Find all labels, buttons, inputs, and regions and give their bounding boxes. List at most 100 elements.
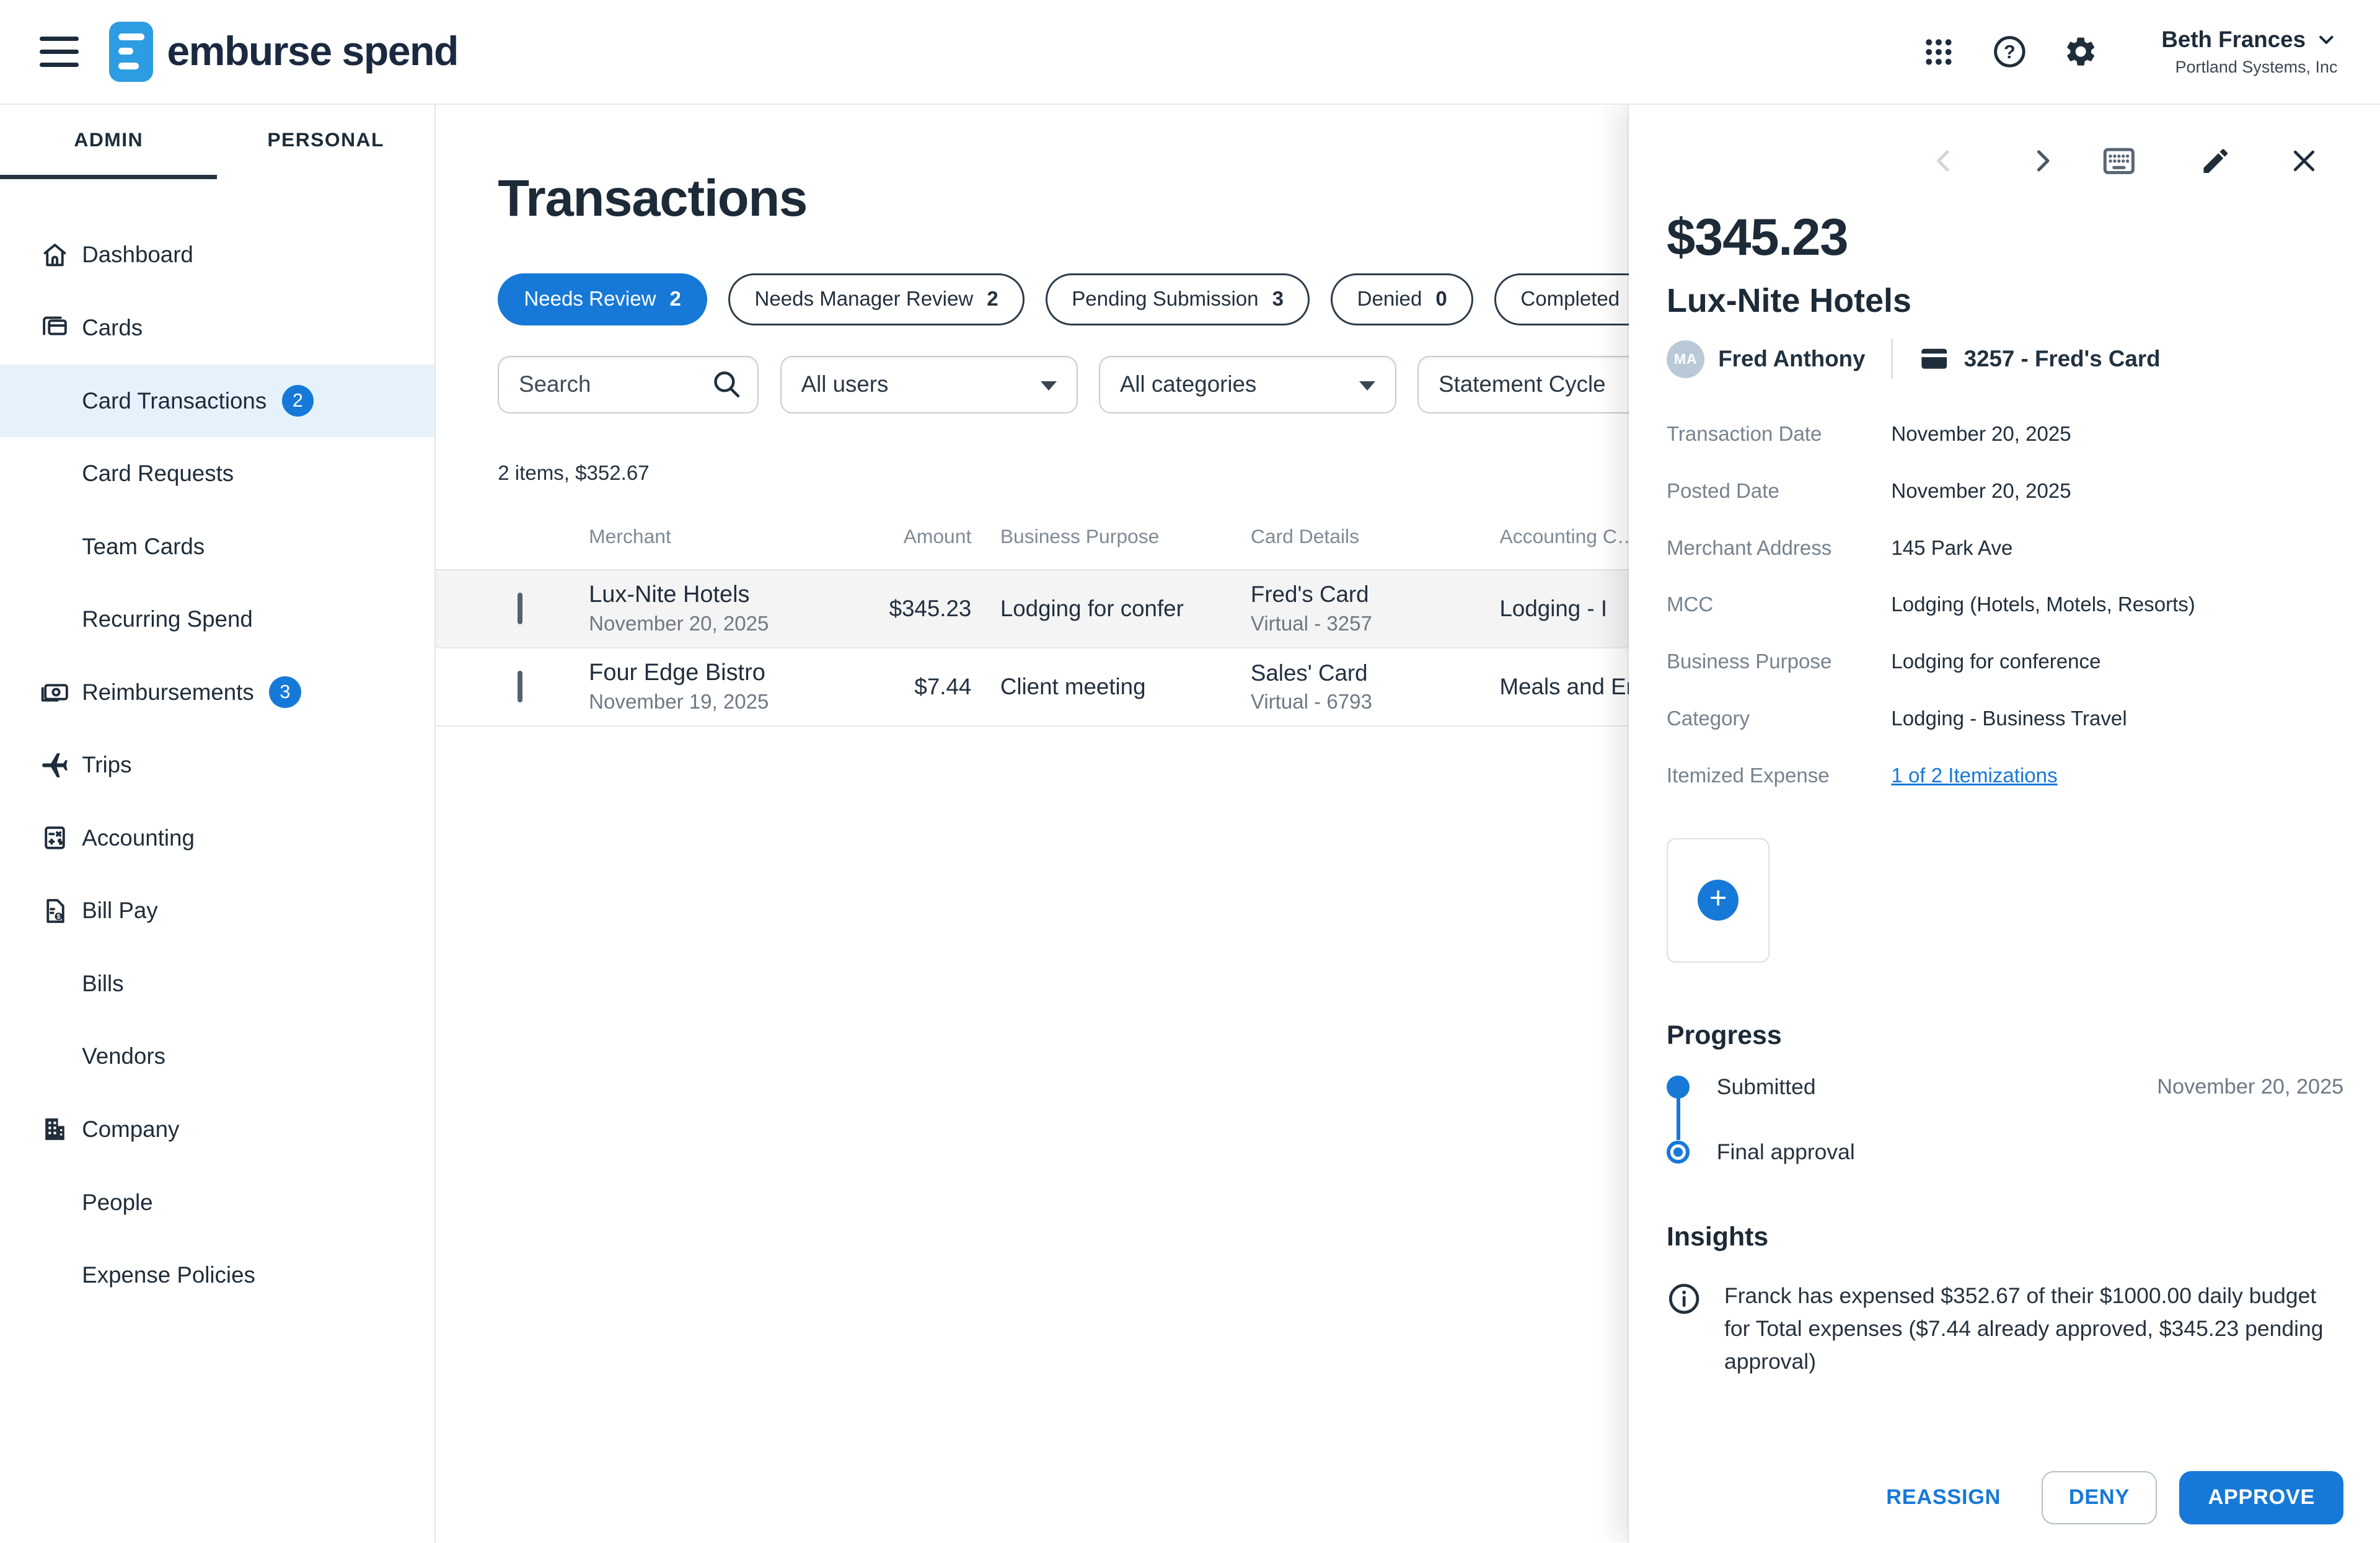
settings-gear-icon[interactable] <box>2063 33 2099 70</box>
search-box <box>498 356 759 413</box>
sidebar-item-bill-pay[interactable]: $ Bill Pay <box>0 875 434 948</box>
timeline-connector <box>1677 1098 1680 1141</box>
chip-denied[interactable]: Denied 0 <box>1331 273 1473 325</box>
sidebar-item-trips[interactable]: Trips <box>0 728 434 802</box>
chevron-down-icon <box>2315 29 2338 51</box>
tab-admin[interactable]: ADMIN <box>0 105 217 179</box>
amount: $345.23 <box>832 596 971 622</box>
calculator-icon <box>40 823 70 853</box>
sidebar-item-dashboard[interactable]: Dashboard <box>0 219 434 292</box>
field-label: Itemized Expense <box>1667 764 1891 788</box>
sidebar-item-company[interactable]: Company <box>0 1093 434 1166</box>
apps-grid-icon[interactable] <box>1920 33 1957 70</box>
sidebar-item-label: People <box>82 1190 152 1216</box>
field-row: Business Purpose Lodging for conference <box>1667 634 2343 691</box>
cards-icon <box>40 312 70 343</box>
progress-step-submitted: Submitted November 20, 2025 <box>1667 1075 2343 1099</box>
home-icon <box>40 240 70 270</box>
field-value: Lodging for conference <box>1891 650 2100 674</box>
sidebar-item-card-requests[interactable]: Card Requests <box>0 437 434 510</box>
tab-personal[interactable]: PERSONAL <box>217 105 434 179</box>
card-label: 3257 - Fred's Card <box>1964 346 2161 372</box>
sidebar-item-reimbursements[interactable]: Reimbursements 3 <box>0 656 434 729</box>
topbar: emburse spend ? Beth Frances Portland Sy… <box>0 0 2380 105</box>
sidebar-item-label: Card Requests <box>82 461 234 487</box>
sidebar-item-label: Recurring Spend <box>82 606 253 632</box>
field-label: Merchant Address <box>1667 537 1891 560</box>
sidebar-item-team-cards[interactable]: Team Cards <box>0 510 434 583</box>
insight-text: Franck has expensed $352.67 of their $10… <box>1724 1280 2343 1377</box>
account-menu[interactable]: Beth Frances Portland Systems, Inc <box>2161 27 2337 76</box>
hamburger-menu-icon[interactable] <box>40 37 79 67</box>
progress-timeline: Submitted November 20, 2025 Final approv… <box>1667 1075 2343 1164</box>
panel-toolbar <box>1629 141 2319 181</box>
info-icon <box>1667 1281 1701 1378</box>
topbar-actions: ? Beth Frances Portland Systems, Inc <box>1920 27 2380 76</box>
card-name: Fred's Card <box>1251 581 1500 608</box>
sidebar-item-accounting[interactable]: Accounting <box>0 802 434 875</box>
field-row: Category Lodging - Business Travel <box>1667 691 2343 748</box>
categories-filter-dropdown[interactable]: All categories <box>1099 356 1396 413</box>
users-filter-dropdown[interactable]: All users <box>780 356 1078 413</box>
panel-meta: MA Fred Anthony 3257 - Fred's Card <box>1667 339 2343 379</box>
sidebar-item-vendors[interactable]: Vendors <box>0 1020 434 1094</box>
chip-label: Completed <box>1520 288 1620 311</box>
count-badge: 2 <box>282 385 314 417</box>
field-label: Transaction Date <box>1667 423 1891 446</box>
field-value: Lodging (Hotels, Motels, Resorts) <box>1891 593 2195 617</box>
approve-button[interactable]: APPROVE <box>2179 1471 2343 1524</box>
col-card-details: Card Details <box>1251 525 1500 548</box>
row-checkbox[interactable] <box>518 671 522 702</box>
user-name: Beth Frances <box>2161 27 2306 53</box>
field-row: Itemized Expense 1 of 2 Itemizations <box>1667 748 2343 805</box>
field-label: Business Purpose <box>1667 650 1891 674</box>
credit-card-icon <box>1918 343 1950 374</box>
col-business-purpose: Business Purpose <box>1000 525 1251 548</box>
caret-down-icon <box>1359 381 1375 391</box>
transaction-date: November 20, 2025 <box>589 612 832 636</box>
business-purpose: Lodging for confer <box>1000 596 1251 622</box>
sidebar-item-expense-policies[interactable]: Expense Policies <box>0 1239 434 1312</box>
reassign-button[interactable]: REASSIGN <box>1886 1485 2001 1510</box>
sidebar-item-cards[interactable]: Cards <box>0 291 434 365</box>
chip-count: 2 <box>987 288 998 311</box>
sidebar-item-label: Expense Policies <box>82 1262 255 1288</box>
field-label: Posted Date <box>1667 480 1891 503</box>
divider <box>1891 339 1892 379</box>
keyboard-shortcuts-icon[interactable] <box>2099 141 2139 181</box>
bill-icon: $ <box>40 896 70 926</box>
insight-item: Franck has expensed $352.67 of their $10… <box>1667 1280 2343 1377</box>
edit-pencil-icon[interactable] <box>2200 145 2231 177</box>
sidebar-item-label: Vendors <box>82 1043 165 1069</box>
sidebar-item-label: Company <box>82 1116 179 1143</box>
next-icon[interactable] <box>2028 143 2057 179</box>
plus-icon[interactable]: + <box>1698 880 1739 921</box>
sidebar-item-card-transactions[interactable]: Card Transactions 2 <box>0 365 434 438</box>
chip-pending-submission[interactable]: Pending Submission 3 <box>1046 273 1310 325</box>
sidebar-item-label: Trips <box>82 752 131 778</box>
field-row: Posted Date November 20, 2025 <box>1667 463 2343 520</box>
previous-icon[interactable] <box>1929 143 1959 179</box>
field-label: Category <box>1667 707 1891 731</box>
sidebar-item-bills[interactable]: Bills <box>0 947 434 1020</box>
row-checkbox[interactable] <box>518 593 522 624</box>
deny-button[interactable]: DENY <box>2042 1471 2156 1524</box>
sidebar-item-label: Dashboard <box>82 242 193 268</box>
sidebar-item-label: Card Transactions <box>82 388 267 414</box>
chip-needs-review[interactable]: Needs Review 2 <box>498 273 707 325</box>
business-purpose: Client meeting <box>1000 674 1251 700</box>
chip-label: Denied <box>1357 288 1422 311</box>
itemizations-link[interactable]: 1 of 2 Itemizations <box>1891 764 2057 788</box>
help-icon[interactable]: ? <box>1991 33 2028 70</box>
caret-down-icon <box>1041 381 1057 391</box>
chip-label: Pending Submission <box>1072 288 1258 311</box>
field-label: MCC <box>1667 593 1891 617</box>
close-icon[interactable] <box>2289 146 2319 176</box>
sidebar-item-people[interactable]: People <box>0 1166 434 1239</box>
chip-needs-manager-review[interactable]: Needs Manager Review 2 <box>728 273 1024 325</box>
chip-label: Needs Manager Review <box>755 288 974 311</box>
sidebar-tabs: ADMIN PERSONAL <box>0 105 434 179</box>
add-receipt-card[interactable]: + <box>1667 838 1770 963</box>
chip-count: 2 <box>670 288 681 311</box>
sidebar-item-recurring-spend[interactable]: Recurring Spend <box>0 583 434 656</box>
